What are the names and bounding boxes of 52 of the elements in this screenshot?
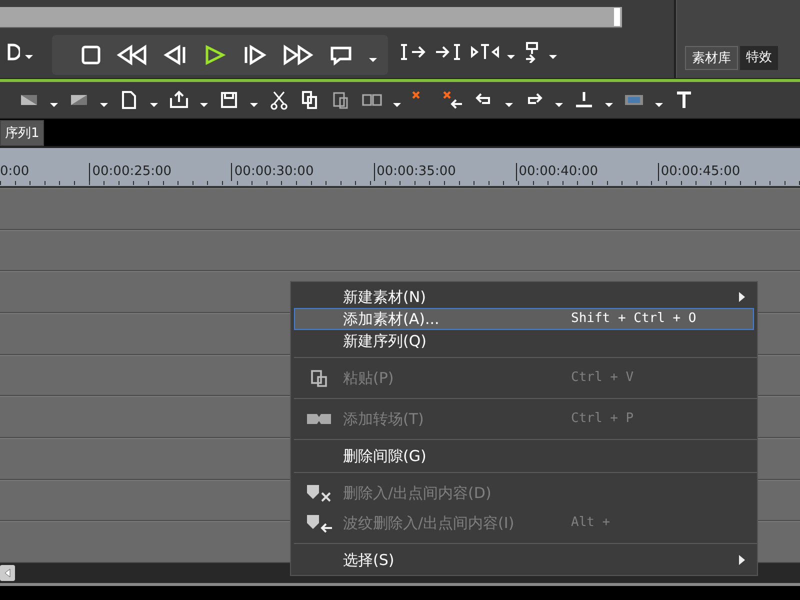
timecode-label: 00:00:40:00 xyxy=(516,163,658,181)
caret-icon[interactable] xyxy=(99,102,109,108)
export-icon[interactable] xyxy=(168,90,190,110)
step-back-icon[interactable] xyxy=(162,44,188,66)
caret-icon[interactable] xyxy=(149,102,159,108)
clipboard-icon xyxy=(310,369,328,387)
caret-icon[interactable] xyxy=(49,102,59,108)
shortcut-label: Shift + Ctrl + O xyxy=(571,311,696,326)
menu-item[interactable]: 新建素材(N) xyxy=(294,286,754,308)
step-forward-icon[interactable] xyxy=(242,44,268,66)
caret-icon[interactable] xyxy=(548,54,558,60)
shortcut-label: Ctrl + V xyxy=(571,370,634,385)
ripple-x-icon[interactable] xyxy=(442,90,464,110)
stop-icon[interactable] xyxy=(80,44,102,66)
caret-icon[interactable] xyxy=(506,54,516,60)
scroll-left-icon[interactable] xyxy=(0,564,16,582)
scrub-handle[interactable] xyxy=(614,8,620,26)
menu-item[interactable]: 新建序列(Q) xyxy=(294,330,754,352)
delete-range-icon xyxy=(305,483,333,503)
caret-icon[interactable] xyxy=(249,102,259,108)
sequence-tab[interactable]: 序列1 xyxy=(0,120,44,146)
submenu-arrow-icon xyxy=(739,555,745,565)
caret-icon[interactable] xyxy=(392,102,402,108)
marker-icon[interactable] xyxy=(573,90,595,110)
menu-item[interactable]: 选择(S) xyxy=(294,549,754,571)
timecode-label: 00:00:30:00 xyxy=(231,163,374,181)
menu-item[interactable]: 添加素材(A)... Shift + Ctrl + O xyxy=(294,308,754,330)
caret-icon[interactable] xyxy=(654,102,664,108)
caret-icon[interactable] xyxy=(504,102,514,108)
split-point-icon[interactable] xyxy=(470,42,500,62)
submenu-arrow-icon xyxy=(739,292,745,302)
caret-icon[interactable] xyxy=(554,102,564,108)
timecode-label: 0:00 xyxy=(0,163,30,181)
fast-forward-icon[interactable] xyxy=(282,44,314,66)
save-icon[interactable] xyxy=(218,90,240,110)
library-tab[interactable]: 素材库 xyxy=(685,46,738,70)
transition-icon xyxy=(306,413,332,425)
set-in-icon[interactable] xyxy=(398,42,428,62)
scissors-icon[interactable] xyxy=(268,90,290,110)
shortcut-label: Alt + xyxy=(571,515,610,530)
rewind-icon[interactable] xyxy=(116,44,148,66)
timecode-label: 00:00:35:00 xyxy=(374,163,516,181)
shortcut-label: Ctrl + P xyxy=(571,411,634,426)
caret-icon[interactable] xyxy=(368,57,378,63)
menu-item[interactable]: 删除间隙(G) xyxy=(294,445,754,467)
ripple-delete-icon xyxy=(305,513,333,533)
library-tab[interactable]: 特效 xyxy=(740,46,778,70)
timecode-label: 00:00:45:00 xyxy=(658,163,800,181)
caret-icon[interactable] xyxy=(604,102,614,108)
caret-icon[interactable] xyxy=(24,54,34,60)
timecode-label: 00:00:25:00 xyxy=(89,163,232,181)
caret-icon[interactable] xyxy=(199,102,209,108)
